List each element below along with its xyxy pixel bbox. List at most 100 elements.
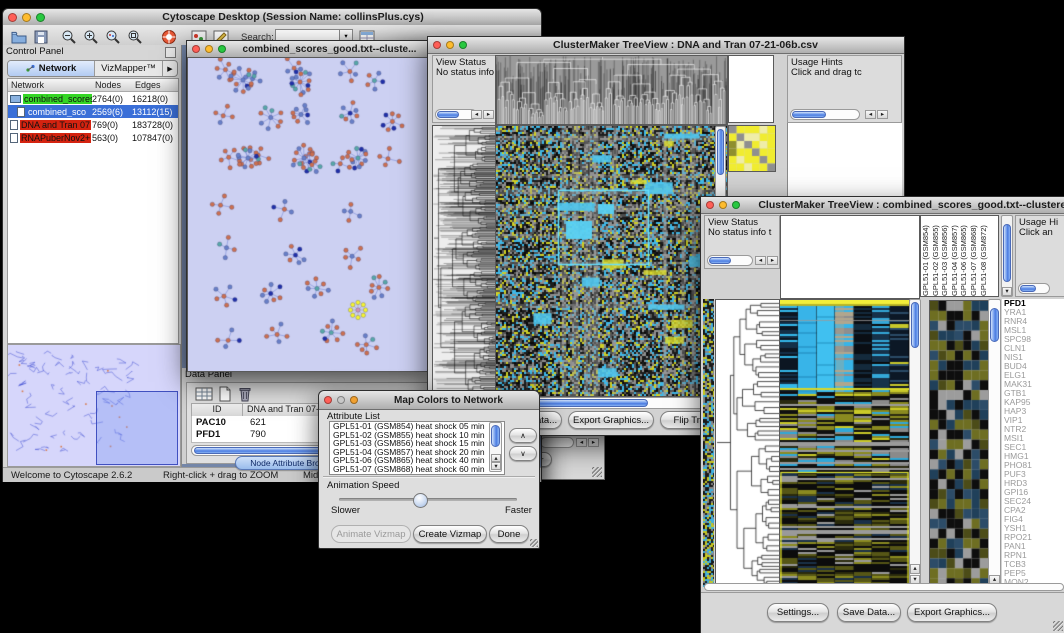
close-icon[interactable] [192,45,200,53]
treeview2-column-dendrogram[interactable] [780,215,920,299]
tab-overflow-icon[interactable]: ▶ [163,61,177,76]
scroll-up-icon[interactable]: ▴ [491,454,501,462]
save-data-button[interactable]: Save Data... [837,603,901,622]
tab-vizmapper[interactable]: VizMapper™ [95,61,163,76]
scroll-right-icon[interactable]: ▸ [588,438,599,447]
attribute-list-item[interactable]: GPL51-07 (GSM868) heat shock 60 min [330,465,504,474]
scrollbar-thumb[interactable] [792,111,826,118]
settings-button[interactable]: Settings... [767,603,829,622]
network1-canvas[interactable] [187,57,433,372]
zoom-window-icon[interactable] [459,41,467,49]
treeview2-heatmap-vscrollbar[interactable]: ▴ ▾ [909,299,921,587]
zoom-in-icon[interactable] [83,29,99,45]
attribute-list-vscrollbar[interactable]: ▴ ▾ [489,422,502,472]
zoom-selected-icon[interactable] [105,29,121,45]
help-ring-icon[interactable] [161,29,177,45]
network-table-header[interactable]: Network Nodes Edges [8,79,178,92]
attribute-select-icon[interactable] [195,386,211,402]
overview-viewport-rect[interactable] [96,391,178,465]
export-graphics-button[interactable]: Export Graphics... [568,411,654,429]
resize-grip[interactable] [592,467,602,477]
close-icon[interactable] [8,13,17,22]
treeview1-column-dendrogram[interactable] [495,55,728,125]
network-row[interactable]: combined_scores_ 2764(0) 16218(0) [8,92,178,105]
control-panel-tabs: Network VizMapper™ ▶ [7,60,178,77]
close-icon[interactable] [324,396,332,404]
network-row[interactable]: DNA and Tran 07 769(0) 183728(0) [8,118,178,131]
treeview2-bottom-hscrollbar[interactable] [704,583,1064,591]
scroll-up-icon[interactable]: ▴ [910,564,920,574]
move-down-button[interactable]: ∨ [509,446,537,461]
treeview2-zoom-heatmap[interactable] [929,300,989,589]
minimize-icon[interactable] [446,41,454,49]
new-attribute-icon[interactable] [217,386,233,402]
minimize-icon[interactable] [337,396,345,404]
save-icon[interactable] [33,29,49,45]
scrollbar-thumb[interactable] [709,257,731,264]
scrollbar-thumb[interactable] [437,111,459,118]
zoom-out-icon[interactable] [61,29,77,45]
move-up-button[interactable]: ∧ [509,428,537,443]
zoom-fit-icon[interactable] [127,29,143,45]
treeview2-zoom-vscrollbar[interactable]: ▴ [988,299,1001,587]
network-row[interactable]: RNAPuberNov2+ 563(0) 107847(0) [8,131,178,144]
animation-speed-slider[interactable] [339,498,517,501]
scroll-down-icon[interactable]: ▾ [491,462,501,470]
delete-attribute-icon[interactable] [237,386,253,402]
scroll-left-icon[interactable]: ◂ [576,438,587,447]
scrollbar-thumb[interactable] [990,308,999,342]
zoom-window-icon[interactable] [350,396,358,404]
network-overview-panel[interactable] [7,344,181,467]
usage-hints-hscrollbar[interactable] [790,109,860,120]
scroll-left-icon[interactable]: ◂ [865,110,876,119]
treeview2-row-dendrogram[interactable] [715,299,780,589]
done-button[interactable]: Done [489,525,529,543]
create-vizmap-button[interactable]: Create Vizmap [413,525,487,543]
scrollbar-thumb[interactable] [1003,224,1011,282]
scrollbar-thumb[interactable] [717,129,724,175]
scroll-right-icon[interactable]: ▸ [767,256,778,265]
tab-network[interactable]: Network [8,61,95,76]
treeview1-titlebar[interactable]: ClusterMaker TreeView : DNA and Tran 07-… [428,37,904,54]
treeview2-global-heatmap[interactable] [779,299,910,589]
close-icon[interactable] [433,41,441,49]
treeview1-global-heatmap[interactable] [495,125,728,397]
network-row[interactable]: combined_sco 2569(6) 13112(15) [8,105,178,118]
close-icon[interactable] [706,201,714,209]
scroll-down-icon[interactable]: ▾ [1002,287,1012,296]
network1-titlebar[interactable]: combined_scores_good.txt--cluste... [187,41,433,58]
view-status-hscrollbar[interactable] [707,255,753,266]
float-panel-icon[interactable] [165,47,176,58]
usage-hints-hscrollbar[interactable] [1018,283,1050,294]
zoom-window-icon[interactable] [218,45,226,53]
treeview1-row-dendrogram[interactable] [432,125,496,397]
slider-thumb[interactable] [413,493,428,508]
minimize-icon[interactable] [22,13,31,22]
network-type-icon [17,107,25,117]
open-file-icon[interactable] [11,29,27,45]
treeview2-titlebar[interactable]: ClusterMaker TreeView : combined_scores_… [701,197,1064,214]
main-titlebar[interactable]: Cytoscape Desktop (Session Name: collins… [3,9,541,26]
treeview2-global-strip[interactable] [703,299,714,587]
resize-grip[interactable] [530,539,538,547]
treeview2-collabel-vscrollbar[interactable]: ▾ [1001,215,1013,297]
dialog-titlebar[interactable]: Map Colors to Network [319,391,539,410]
column-label: GPL51-01 (GSM854) [921,216,931,296]
scrollbar-thumb[interactable] [1020,285,1036,292]
resize-grip[interactable] [1053,621,1063,631]
scroll-left-icon[interactable]: ◂ [471,110,482,119]
treeview1-zoom-heatmap[interactable] [728,125,776,172]
fragment-hscrollbar[interactable] [540,437,574,448]
scrollbar-thumb[interactable] [491,425,500,447]
minimize-icon[interactable] [719,201,727,209]
scroll-left-icon[interactable]: ◂ [755,256,766,265]
scroll-right-icon[interactable]: ▸ [877,110,888,119]
minimize-icon[interactable] [205,45,213,53]
zoom-window-icon[interactable] [732,201,740,209]
column-label [766,56,773,122]
scrollbar-thumb[interactable] [911,302,919,348]
export-graphics-button[interactable]: Export Graphics... [907,603,997,622]
scroll-right-icon[interactable]: ▸ [483,110,494,119]
animate-vizmap-button[interactable]: Animate Vizmap [331,525,411,543]
zoom-window-icon[interactable] [36,13,45,22]
